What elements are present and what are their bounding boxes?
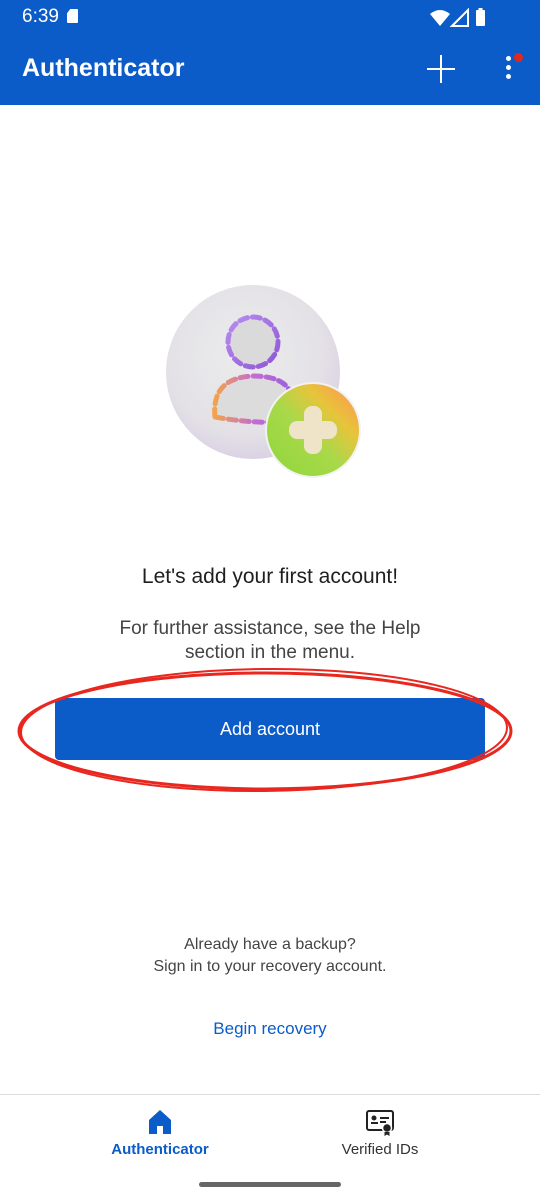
- nav-item-authenticator[interactable]: Authenticator: [70, 1107, 250, 1167]
- nav-item-verified-ids[interactable]: Verified IDs: [290, 1107, 470, 1167]
- help-text: For further assistance, see the Help sec…: [119, 618, 421, 663]
- more-dot: [506, 74, 511, 79]
- add-account-button[interactable]: Add account: [55, 698, 485, 760]
- more-vertical-icon[interactable]: [498, 50, 523, 86]
- nav-label: Verified IDs: [341, 1141, 419, 1158]
- empty-state-title: Let's add your first account!: [141, 565, 399, 588]
- nav-label: Authenticator: [111, 1141, 209, 1158]
- backup-line-1: Already have a backup?: [184, 936, 356, 953]
- status-bar: 6:39: [0, 0, 540, 34]
- status-time: 6:39: [22, 6, 59, 27]
- home-icon: [149, 1110, 171, 1134]
- notification-badge: [514, 53, 523, 62]
- add-person-icon: [166, 285, 361, 478]
- begin-recovery-link[interactable]: Begin recovery: [170, 1019, 370, 1039]
- wifi-icon: [430, 10, 450, 26]
- backup-text: Already have a backup? Sign in to your r…: [60, 934, 480, 978]
- gesture-handle[interactable]: [199, 1182, 341, 1187]
- app-bar: Authenticator: [0, 34, 540, 105]
- id-card-icon: [366, 1110, 394, 1136]
- signal-icon: [449, 8, 469, 27]
- sd-card-icon: [67, 9, 78, 23]
- backup-line-2: Sign in to your recovery account.: [153, 958, 387, 975]
- plus-icon[interactable]: [424, 52, 458, 86]
- status-icons: [430, 8, 485, 27]
- more-dot: [506, 56, 511, 61]
- battery-icon: [476, 10, 485, 26]
- more-dot: [506, 65, 511, 70]
- app-title: Authenticator: [22, 54, 185, 82]
